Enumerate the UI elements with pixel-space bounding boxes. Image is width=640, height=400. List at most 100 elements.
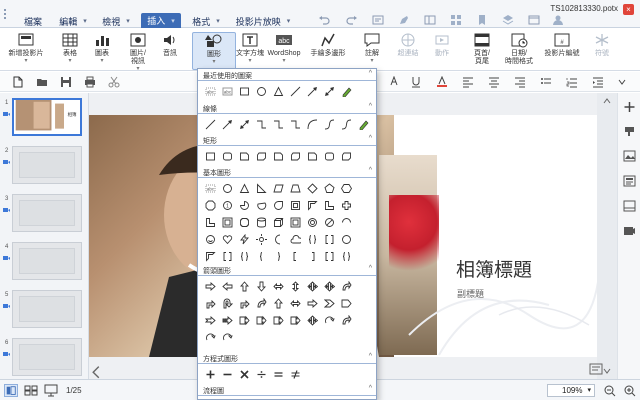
datetime-button[interactable]: 日期/時間格式 <box>497 32 541 70</box>
bevel-shape-icon[interactable] <box>287 215 304 229</box>
circ-shape-icon[interactable] <box>338 232 355 246</box>
shape-section-header[interactable]: 方程式圖形 ^ <box>198 353 376 364</box>
window-icon[interactable] <box>528 14 540 26</box>
bracket-shape-icon[interactable] <box>219 249 236 263</box>
shape-section-header[interactable]: 矩形 ^ <box>198 135 376 146</box>
dia-shape-icon[interactable] <box>304 181 321 195</box>
textbox-plain-shape-icon[interactable]: abc <box>202 84 219 98</box>
grid-icon[interactable] <box>450 14 462 26</box>
bent-shape-icon[interactable] <box>202 296 219 310</box>
oct-shape-icon[interactable] <box>202 198 219 212</box>
mult-shape-icon[interactable] <box>236 367 253 381</box>
presentation-icon[interactable] <box>44 384 58 397</box>
darrow-shape-icon[interactable] <box>236 117 253 131</box>
notes-icon[interactable] <box>589 363 603 375</box>
arrow-shape-icon[interactable] <box>219 117 236 131</box>
frame-shape-icon[interactable] <box>287 198 304 212</box>
new-slide-button[interactable]: 新增投影片 ▾ <box>4 32 48 70</box>
curR-shape-icon[interactable] <box>253 296 270 310</box>
collapse-icon[interactable]: ^ <box>369 353 372 360</box>
slide-thumbnail[interactable]: 相簿 <box>12 98 82 136</box>
rrect-shape-icon[interactable] <box>219 149 236 163</box>
zoom-out-icon[interactable] <box>603 384 617 397</box>
bracket-shape-icon[interactable] <box>321 232 338 246</box>
open-folder-icon[interactable] <box>36 76 48 88</box>
shape-section-header[interactable]: 基本圖形 ^ <box>198 167 376 178</box>
pen-shape-icon[interactable] <box>355 117 372 131</box>
underline-icon[interactable] <box>410 76 422 88</box>
scurve-shape-icon[interactable] <box>321 117 338 131</box>
slide-thumbnail[interactable] <box>12 194 82 232</box>
circ-shape-icon[interactable] <box>219 181 236 195</box>
curR-shape-icon[interactable] <box>338 279 355 293</box>
line-shape-icon[interactable] <box>287 84 304 98</box>
menu-0[interactable]: 檔案 <box>16 15 50 27</box>
callR-shape-icon[interactable] <box>236 313 253 327</box>
vertical-scrollbar[interactable] <box>597 93 617 379</box>
neq-shape-icon[interactable] <box>287 367 304 381</box>
slide-thumbnail[interactable] <box>12 338 82 376</box>
nosym-shape-icon[interactable] <box>321 215 338 229</box>
notched-shape-icon[interactable] <box>202 313 219 327</box>
print-icon[interactable] <box>84 76 96 88</box>
menu-2[interactable]: 檢視 ▾ <box>96 15 136 27</box>
collapse-icon[interactable]: ^ <box>369 70 372 77</box>
redo-icon[interactable] <box>346 14 358 26</box>
collapse-icon[interactable]: ^ <box>369 103 372 110</box>
callR-shape-icon[interactable] <box>287 313 304 327</box>
chevron-shape-icon[interactable] <box>321 296 338 310</box>
snip-shape-icon[interactable] <box>236 149 253 163</box>
slide-thumbnail[interactable] <box>12 290 82 328</box>
rbrace-shape-icon[interactable] <box>270 249 287 263</box>
callR-shape-icon[interactable] <box>270 313 287 327</box>
scroll-up-icon[interactable] <box>603 97 611 105</box>
add-icon[interactable] <box>623 101 636 113</box>
close-button[interactable]: × <box>623 4 634 15</box>
textbox2-shape-icon[interactable]: abc <box>219 84 236 98</box>
font-color-icon[interactable] <box>388 76 400 88</box>
bracket-shape-icon[interactable] <box>321 249 338 263</box>
uarrow-shape-icon[interactable] <box>236 279 253 293</box>
undo-icon[interactable] <box>318 14 330 26</box>
brace-shape-icon[interactable] <box>304 232 321 246</box>
shape-section-header[interactable]: 箭頭圖形 ^ <box>198 265 376 276</box>
align-right-icon[interactable] <box>514 76 526 88</box>
rbr-shape-icon[interactable] <box>304 249 321 263</box>
new-file-icon[interactable] <box>12 76 24 88</box>
indent-icon[interactable] <box>592 76 604 88</box>
heart-shape-icon[interactable] <box>219 232 236 246</box>
udarrow-shape-icon[interactable] <box>287 279 304 293</box>
textbox-plain-shape-icon[interactable]: abc <box>202 181 219 195</box>
rect-shape-icon[interactable] <box>202 149 219 163</box>
menu-1[interactable]: 編輯 ▾ <box>56 15 90 27</box>
pen-shape-icon[interactable] <box>338 84 355 98</box>
rtri-shape-icon[interactable] <box>253 181 270 195</box>
darrow-shape-icon[interactable] <box>321 84 338 98</box>
grip-handle[interactable] <box>4 9 14 19</box>
panel-icon[interactable] <box>424 14 436 26</box>
chord-shape-icon[interactable] <box>253 198 270 212</box>
lrarrow-shape-icon[interactable] <box>287 296 304 310</box>
rrect-shape-icon[interactable] <box>321 149 338 163</box>
scurve-shape-icon[interactable] <box>338 117 355 131</box>
pie-shape-icon[interactable] <box>236 198 253 212</box>
slide-sorter-icon[interactable] <box>24 384 38 397</box>
cube-shape-icon[interactable] <box>270 215 287 229</box>
collapse-icon[interactable]: ^ <box>369 265 372 272</box>
plus-shape-icon[interactable] <box>202 367 219 381</box>
tri-shape-icon[interactable] <box>270 84 287 98</box>
trap-shape-icon[interactable] <box>287 181 304 195</box>
ell-shape-icon[interactable] <box>202 215 219 229</box>
menu-4[interactable]: 格式 ▾ <box>186 15 226 27</box>
shape-section-header[interactable]: 流程圖 ^ <box>198 385 376 396</box>
slide-title[interactable]: 相簿標題 <box>456 255 532 282</box>
half-shape-icon[interactable] <box>304 198 321 212</box>
freeform-button[interactable]: 手繪多邊形 <box>306 32 350 70</box>
larrow-shape-icon[interactable] <box>219 279 236 293</box>
snip2-shape-icon[interactable] <box>253 149 270 163</box>
donut-shape-icon[interactable] <box>304 215 321 229</box>
shape-section-header[interactable]: 最近使用的圖案 ^ <box>198 70 376 81</box>
can-shape-icon[interactable] <box>253 215 270 229</box>
lrarrow-shape-icon[interactable] <box>270 279 287 293</box>
align-left-icon[interactable] <box>462 76 474 88</box>
